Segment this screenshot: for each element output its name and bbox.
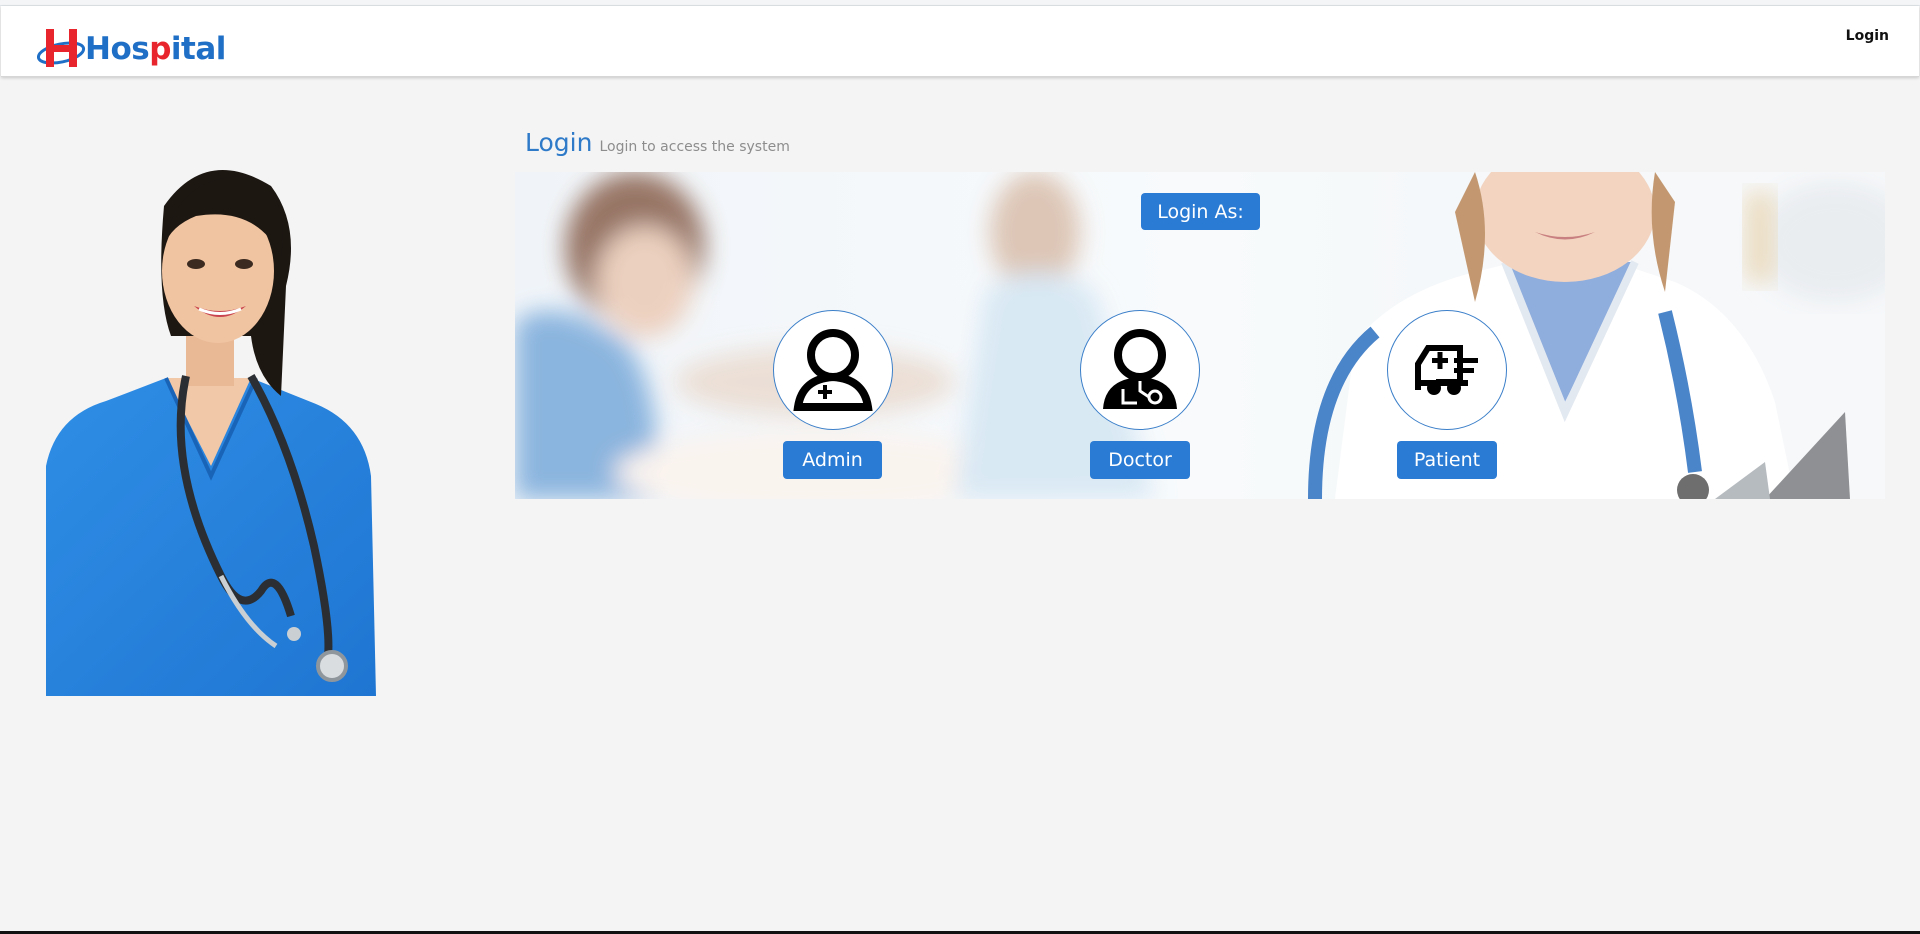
role-admin: Admin	[753, 310, 913, 480]
page-title: Login	[525, 128, 593, 157]
role-patient: Patient	[1367, 310, 1527, 480]
nav-login-link[interactable]: Login	[1846, 28, 1889, 44]
doctor-button[interactable]: Doctor	[1090, 441, 1190, 479]
page-subtitle: Login to access the system	[599, 139, 790, 155]
brand-name: Hospital	[85, 30, 226, 67]
page-heading: Login Login to access the system	[525, 128, 790, 157]
role-doctor: Doctor	[1060, 310, 1220, 480]
navbar: Hospital Login	[1, 6, 1919, 77]
admin-icon	[793, 329, 873, 411]
patient-avatar[interactable]	[1387, 310, 1507, 430]
brand-logo[interactable]: Hospital	[37, 26, 226, 72]
admin-button[interactable]: Admin	[783, 441, 882, 479]
login-banner: Login As: Admin Doctor Patient	[515, 172, 1885, 499]
login-as-label: Login As:	[1141, 193, 1260, 230]
nurse-image	[46, 170, 376, 696]
ambulance-icon	[1415, 345, 1478, 395]
patient-button[interactable]: Patient	[1397, 441, 1497, 479]
hospital-logo-icon	[37, 29, 86, 67]
doctor-icon	[1103, 329, 1177, 409]
doctor-avatar[interactable]	[1080, 310, 1200, 430]
admin-avatar[interactable]	[773, 310, 893, 430]
